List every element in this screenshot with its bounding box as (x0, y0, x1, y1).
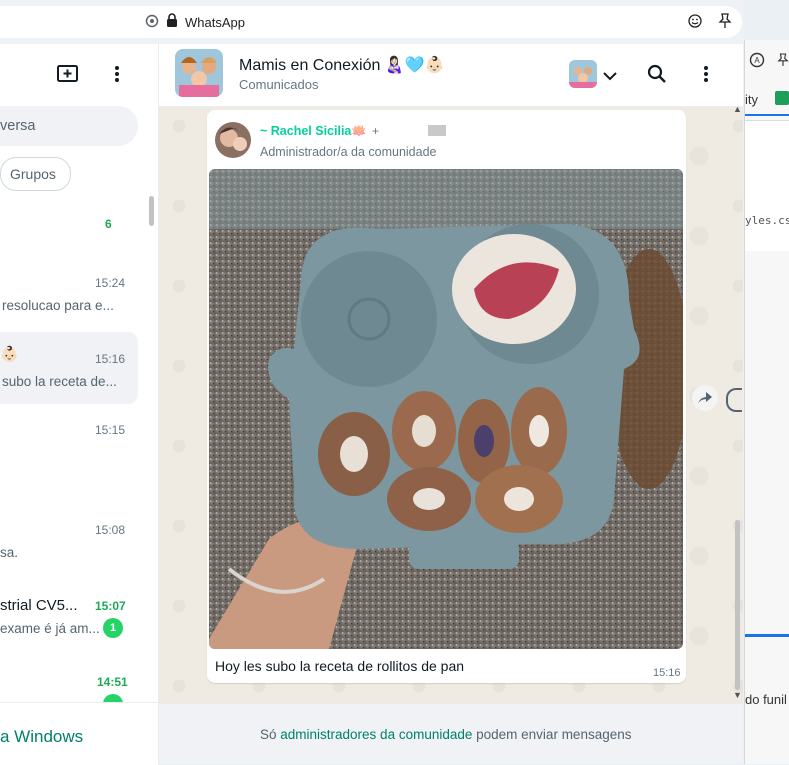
admins-link[interactable]: administradores da comunidade (280, 727, 472, 742)
baby-emoji: 👶🏻 (0, 346, 19, 363)
footer-text: Só administradores da comunidade podem e… (260, 727, 631, 742)
scroll-down-arrow[interactable]: ▼ (733, 690, 742, 700)
footer-prefix: Só (260, 727, 281, 742)
chat-row[interactable]: 15:15 (0, 414, 138, 474)
chat-row[interactable]: 14:51 (0, 666, 138, 702)
chevron-down-icon[interactable] (603, 68, 617, 86)
svg-text:A: A (754, 56, 760, 65)
filter-groups-label: Grupos (10, 166, 56, 182)
chat-preview: resolucao para e... (2, 298, 114, 313)
chat-name: Mamis en Conexión (239, 57, 381, 74)
chat-list-scrollbar[interactable] (149, 196, 154, 226)
progress-line (745, 634, 789, 637)
message-time: 15:16 (653, 667, 681, 679)
sender-role: Administrador/a da comunidade (260, 145, 437, 159)
lock-icon (166, 13, 178, 32)
message-image[interactable] (209, 169, 683, 649)
chat-time: 15:08 (95, 523, 126, 537)
chat-time: 15:16 (95, 352, 126, 366)
tab-underline (745, 114, 789, 116)
chat-preview: exame é já am... (0, 621, 100, 636)
chat-time: 15:07 (95, 599, 126, 613)
chat-row[interactable]: strial CV5... 15:07 exame é já am... 1 (0, 590, 138, 650)
chat-subtitle: Comunicados (239, 77, 319, 92)
chat-name-emoji: 👩🏻‍🍼🩵👶🏻 (384, 57, 445, 74)
right-text-fragment: yles.cs (745, 214, 789, 227)
browser-address-bar: WhatsApp (0, 0, 744, 44)
search-placeholder: versa (0, 118, 36, 134)
chat-list-panel (0, 44, 159, 764)
extension-icon[interactable] (775, 91, 789, 105)
chat-preview: subo la receta de... (2, 374, 117, 389)
chat-time: 15:24 (95, 276, 126, 290)
panel-section (745, 120, 789, 251)
chat-time: 14:51 (97, 675, 128, 689)
emoji-icon[interactable] (688, 14, 702, 33)
search-input[interactable]: versa (0, 106, 138, 146)
community-avatar[interactable] (569, 60, 597, 88)
forward-icon (698, 392, 712, 404)
translate-icon[interactable]: A (749, 52, 765, 73)
sender-name[interactable]: ~ Rachel Sicilia🪷 (260, 124, 367, 139)
chat-row[interactable]: 15:08 sa. (0, 514, 138, 574)
chat-title: Mamis en Conexión 👩🏻‍🍼🩵👶🏻 (239, 55, 445, 75)
chat-time: 15:15 (95, 423, 126, 437)
chat-row[interactable]: 15:24 resolucao para e... (0, 266, 138, 326)
filter-groups-chip[interactable]: Grupos (0, 157, 71, 191)
tab-title: WhatsApp (185, 15, 245, 30)
message-caption: Hoy les subo la receta de rollitos de pa… (215, 658, 465, 674)
get-windows-app-banner[interactable]: a Windows (0, 702, 158, 765)
chat-row[interactable]: 6 (0, 196, 138, 256)
conversation-header[interactable]: Mamis en Conexión 👩🏻‍🍼🩵👶🏻 Comunicados (159, 44, 743, 107)
search-icon[interactable] (647, 64, 667, 89)
new-chat-icon[interactable] (57, 64, 79, 89)
menu-icon[interactable] (113, 65, 121, 88)
conversation-scrollbar[interactable] (735, 520, 740, 690)
forward-button[interactable] (692, 385, 718, 411)
footer-suffix: podem enviar mensagens (472, 727, 632, 742)
emoji-react-button[interactable] (726, 388, 742, 412)
sender-phone: + (372, 124, 380, 138)
unread-badge: 1 (103, 618, 123, 638)
right-text-fragment: ity (745, 92, 758, 107)
chat-name: strial CV5... (0, 597, 78, 614)
group-avatar[interactable] (175, 49, 223, 97)
unread-badge (103, 694, 123, 702)
chat-row-selected[interactable]: 👶🏻 15:16 subo la receta de... (0, 332, 138, 404)
chat-preview: sa. (0, 545, 19, 560)
redacted-block (428, 125, 446, 136)
scroll-up-arrow[interactable]: ▲ (733, 104, 742, 114)
readonly-footer: Só administradores da comunidade podem e… (159, 704, 743, 764)
pin-icon[interactable] (718, 13, 732, 34)
background-window: A ity yles.cs do funil (744, 40, 789, 764)
menu-icon[interactable] (702, 65, 710, 88)
site-info-icon[interactable] (145, 14, 159, 33)
address-pill[interactable] (0, 6, 742, 38)
pin-icon[interactable] (777, 52, 789, 73)
sender-avatar[interactable] (215, 122, 251, 158)
unread-count: 6 (105, 217, 112, 231)
right-text-fragment: do funil (745, 692, 787, 707)
get-app-link[interactable]: a Windows (0, 727, 83, 747)
